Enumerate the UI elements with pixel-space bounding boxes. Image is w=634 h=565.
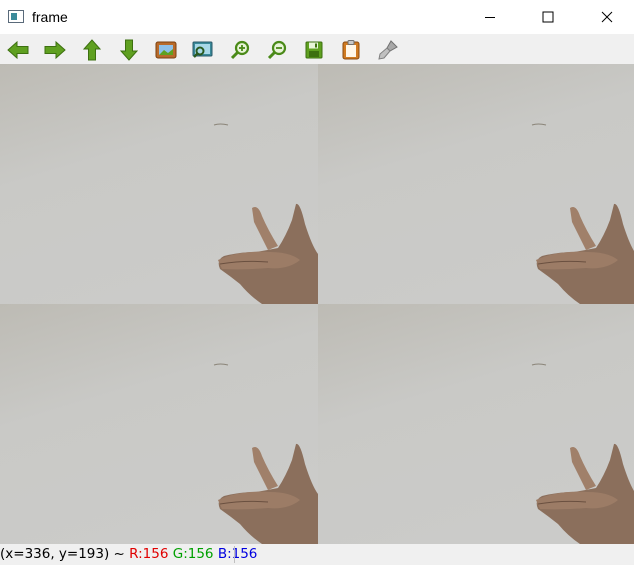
cursor-coordinates: (x=336, y=193) ~: [0, 546, 130, 562]
zoom-fit-button[interactable]: [154, 38, 178, 62]
minimize-icon: [485, 17, 495, 18]
pixel-green-value: G:156: [172, 546, 214, 562]
zoom-original-button[interactable]: [191, 38, 215, 62]
arrow-right-icon: [44, 40, 66, 60]
zoom-in-button[interactable]: [228, 38, 252, 62]
arrow-left-icon: [7, 40, 29, 60]
arrow-up-icon: [82, 39, 102, 61]
save-button[interactable]: [302, 38, 326, 62]
pixel-red-value: R:156: [129, 546, 169, 562]
window-title: frame: [32, 9, 68, 25]
maximize-button[interactable]: [525, 0, 571, 34]
image-tile-top-left: [0, 64, 318, 304]
status-bar: (x=336, y=193) ~ R:156 G:156 B:156: [0, 544, 634, 565]
maximize-icon: [542, 11, 554, 23]
app-window-icon: [8, 10, 24, 23]
pixel-blue-value: B:156: [217, 546, 258, 562]
toolbar: [0, 34, 634, 64]
clipboard-icon: [342, 40, 360, 60]
image-tile-bottom-right: [318, 304, 634, 544]
picture-zoom-icon: [192, 41, 213, 58]
picture-icon: [155, 41, 177, 59]
arrow-down-icon: [119, 39, 139, 61]
camera-frame: [0, 304, 318, 544]
properties-button[interactable]: [376, 38, 400, 62]
pan-left-button[interactable]: [6, 38, 30, 62]
close-icon: [601, 11, 613, 23]
copy-clipboard-button[interactable]: [339, 38, 363, 62]
zoom-out-button[interactable]: [265, 38, 289, 62]
camera-frame: [0, 64, 318, 304]
brush-icon: [378, 40, 398, 60]
zoom-out-icon: [267, 40, 287, 60]
pan-up-button[interactable]: [80, 38, 104, 62]
zoom-in-icon: [230, 40, 250, 60]
status-separator: [234, 546, 235, 563]
pan-right-button[interactable]: [43, 38, 67, 62]
pan-down-button[interactable]: [117, 38, 141, 62]
camera-frame: [318, 64, 634, 304]
title-bar[interactable]: frame: [0, 0, 634, 34]
image-view[interactable]: [0, 64, 634, 544]
minimize-button[interactable]: [467, 0, 513, 34]
image-tile-bottom-left: [0, 304, 318, 544]
close-button[interactable]: [584, 0, 630, 34]
image-tile-top-right: [318, 64, 634, 304]
camera-frame: [318, 304, 634, 544]
save-icon: [305, 41, 323, 59]
